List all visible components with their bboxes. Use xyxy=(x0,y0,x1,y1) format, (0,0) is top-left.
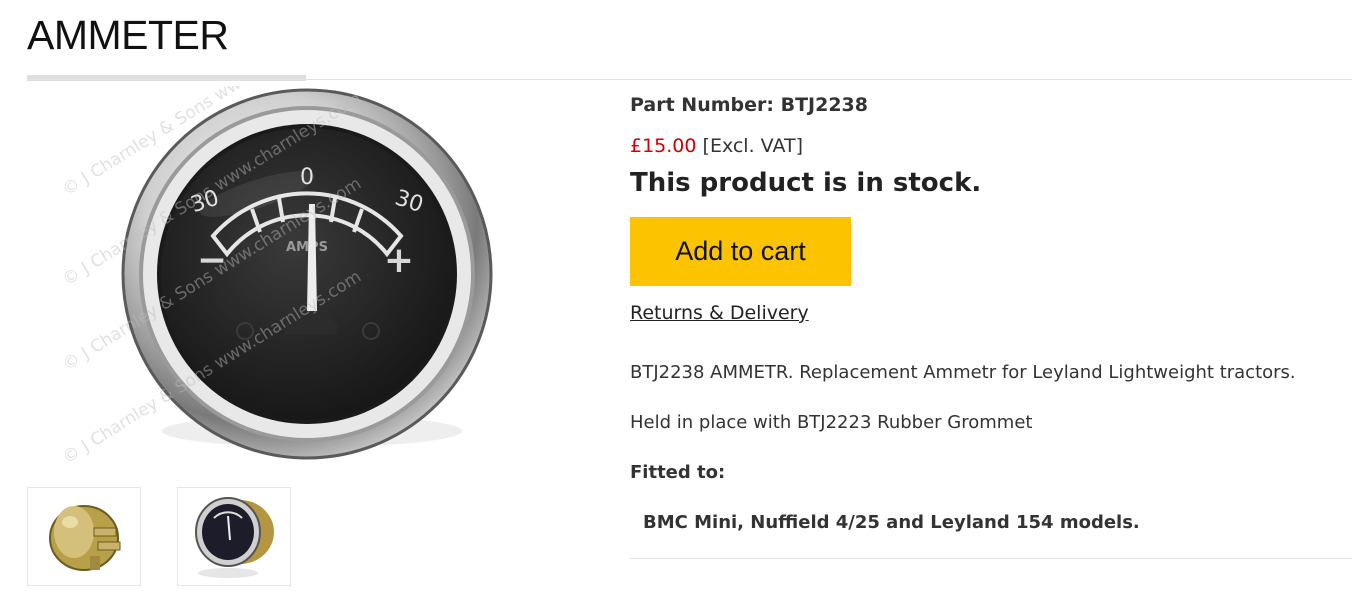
vat-note: [Excl. VAT] xyxy=(702,135,803,157)
price-line: £15.00 [Excl. VAT] xyxy=(630,135,803,157)
part-number: Part Number: BTJ2238 xyxy=(630,94,868,116)
plus-sign: + xyxy=(384,240,414,281)
fitted-to-label: Fitted to: xyxy=(630,462,726,483)
add-to-cart-button[interactable]: Add to cart xyxy=(630,217,851,286)
main-product-image[interactable]: 30 0 30 − + AMPS © J Charnley & Sons www… xyxy=(27,86,567,471)
product-gallery: 30 0 30 − + AMPS © J Charnley & Sons www… xyxy=(27,86,567,586)
stock-status: This product is in stock. xyxy=(630,168,982,198)
page-title: AMMETER xyxy=(27,12,229,58)
thumbnail-2[interactable] xyxy=(177,487,291,586)
product-description: BTJ2238 AMMETR. Replacement Ammetr for L… xyxy=(630,362,1296,383)
ammeter-gauge-photo-icon: 30 0 30 − + AMPS © J Charnley & Sons www… xyxy=(59,86,493,468)
title-accent-bar xyxy=(27,75,306,81)
returns-delivery-link[interactable]: Returns & Delivery xyxy=(630,302,809,324)
fitted-models: BMC Mini, Nuffield 4/25 and Leyland 154 … xyxy=(643,512,1140,533)
title-divider xyxy=(27,79,1352,80)
price: £15.00 xyxy=(630,135,697,157)
dial-label: AMPS xyxy=(286,240,328,255)
thumbnail-1[interactable] xyxy=(27,487,141,586)
section-divider xyxy=(630,558,1352,559)
ammeter-front-angle-icon xyxy=(195,497,274,578)
ammeter-rear-view-icon xyxy=(49,505,121,571)
mounting-note: Held in place with BTJ2223 Rubber Gromme… xyxy=(630,412,1033,433)
